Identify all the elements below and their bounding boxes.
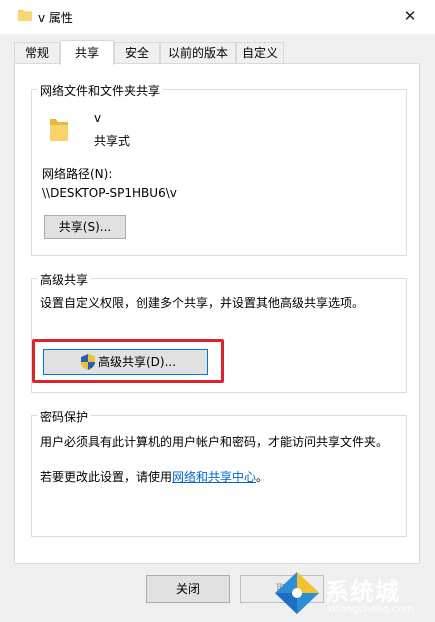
change-setting-prefix: 若要更改此设置，请使用	[40, 470, 173, 484]
advanced-sharing-button[interactable]: 高级共享(D)...	[43, 349, 208, 375]
watermark-logo: 系统城 xitongcheng.com	[267, 564, 435, 622]
logo-icon	[275, 572, 319, 614]
close-button[interactable]: ✕	[397, 4, 423, 28]
watermark-url: xitongcheng.com	[327, 604, 414, 615]
properties-panel: 网络文件和文件夹共享 v 共享式 网络路径(N): \\DESKTOP-SP1H…	[14, 63, 420, 564]
close-dialog-button[interactable]: 关闭	[146, 575, 230, 603]
tab-customize[interactable]: 自定义	[236, 42, 284, 63]
password-protection-heading: 密码保护	[37, 408, 92, 425]
network-sharing-group: 网络文件和文件夹共享 v 共享式 网络路径(N): \\DESKTOP-SP1H…	[31, 82, 407, 256]
window-title: v 属性	[38, 11, 73, 25]
advanced-sharing-description: 设置自定义权限，创建多个共享，并设置其他高级共享选项。	[40, 296, 365, 310]
tab-previous-versions[interactable]: 以前的版本	[160, 42, 236, 63]
advanced-sharing-group: 高级共享 设置自定义权限，创建多个共享，并设置其他高级共享选项。 高级共享(D)…	[31, 271, 407, 393]
folder-name: v	[94, 111, 102, 125]
change-setting-text: 若要更改此设置，请使用网络和共享中心。	[40, 468, 268, 485]
network-path-value: \\DESKTOP-SP1HBU6\v	[42, 186, 177, 200]
tab-general[interactable]: 常规	[14, 42, 60, 63]
shield-icon	[81, 354, 95, 370]
folder-icon	[18, 10, 32, 21]
password-protection-description: 用户必须具有此计算机的用户帐户和密码，才能访问共享文件夹。	[40, 435, 389, 449]
advanced-sharing-button-label: 高级共享(D)...	[98, 355, 177, 369]
folder-icon	[50, 119, 68, 141]
network-path-label: 网络路径(N):	[42, 167, 113, 181]
network-sharing-center-link[interactable]: 网络和共享中心	[172, 470, 256, 484]
tab-security[interactable]: 安全	[114, 42, 160, 63]
change-setting-suffix: 。	[256, 470, 269, 484]
watermark-text: 系统城	[325, 578, 400, 606]
share-button[interactable]: 共享(S)...	[44, 215, 126, 239]
network-sharing-heading: 网络文件和文件夹共享	[37, 82, 164, 99]
share-state: 共享式	[94, 134, 131, 148]
tab-sharing[interactable]: 共享	[60, 40, 114, 65]
password-protection-group: 密码保护 用户必须具有此计算机的用户帐户和密码，才能访问共享文件夹。 若要更改此…	[31, 408, 407, 537]
title-bar: v 属性 ✕	[0, 0, 435, 34]
advanced-sharing-heading: 高级共享	[37, 271, 92, 288]
